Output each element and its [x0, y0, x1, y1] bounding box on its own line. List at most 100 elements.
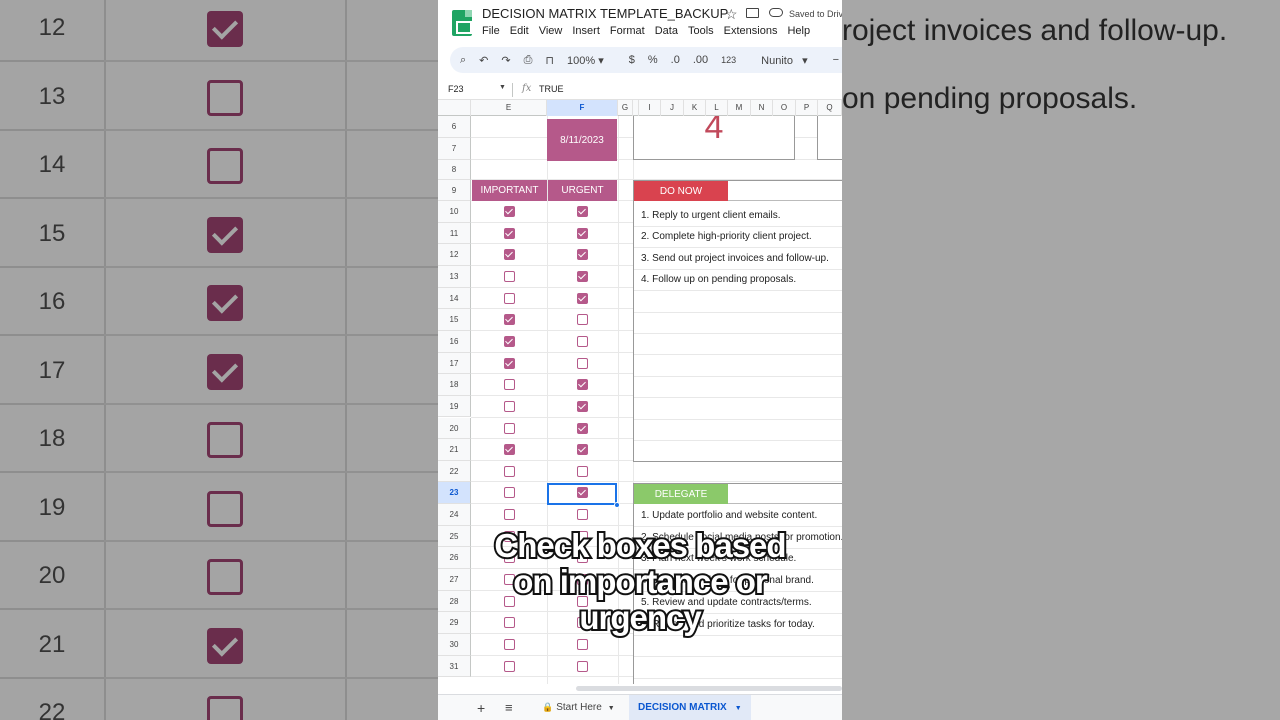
- menu-extensions[interactable]: Extensions: [724, 25, 778, 37]
- delegate-header[interactable]: DELEGATE: [634, 484, 728, 504]
- fill-handle[interactable]: [614, 502, 620, 508]
- menu-help[interactable]: Help: [787, 25, 810, 37]
- row-header[interactable]: 18: [438, 374, 471, 396]
- row-header[interactable]: 15: [438, 309, 471, 331]
- move-folder-icon[interactable]: [746, 8, 759, 18]
- row-header[interactable]: 17: [438, 352, 471, 375]
- task-item[interactable]: 2. Complete high-priority client project…: [641, 231, 812, 242]
- important-checkbox[interactable]: [504, 444, 515, 456]
- important-checkbox[interactable]: [504, 379, 515, 391]
- column-header[interactable]: E: [471, 100, 547, 116]
- row-header[interactable]: 11: [438, 222, 471, 245]
- urgent-header[interactable]: URGENT: [548, 180, 617, 201]
- horizontal-scrollbar[interactable]: [576, 686, 842, 691]
- all-sheets-icon[interactable]: ≡: [505, 700, 513, 715]
- column-header[interactable]: N: [751, 100, 773, 116]
- column-header[interactable]: F: [547, 100, 618, 116]
- important-checkbox[interactable]: [504, 465, 515, 477]
- urgent-checkbox[interactable]: [577, 465, 588, 477]
- selected-cell[interactable]: [547, 483, 617, 505]
- column-header[interactable]: Q: [818, 100, 842, 116]
- menu-tools[interactable]: Tools: [688, 25, 714, 37]
- column-header[interactable]: P: [796, 100, 818, 116]
- row-header[interactable]: 31: [438, 655, 471, 678]
- row-header[interactable]: 7: [438, 138, 471, 160]
- row-header[interactable]: 16: [438, 330, 471, 353]
- important-checkbox[interactable]: [504, 639, 515, 650]
- urgent-checkbox[interactable]: [577, 379, 588, 391]
- important-checkbox[interactable]: [504, 227, 515, 239]
- search-menus-icon[interactable]: ⌕: [460, 54, 466, 67]
- row-header[interactable]: 12: [438, 244, 471, 266]
- menu-format[interactable]: Format: [610, 25, 645, 37]
- urgent-checkbox[interactable]: [577, 422, 588, 434]
- increase-decimal-button[interactable]: .00: [693, 54, 708, 66]
- chevron-down-icon[interactable]: ▼: [735, 705, 742, 712]
- currency-format-button[interactable]: $: [629, 54, 635, 66]
- urgent-checkbox[interactable]: [577, 660, 588, 672]
- row-header[interactable]: 8: [438, 160, 471, 180]
- important-checkbox[interactable]: [504, 292, 515, 304]
- row-header[interactable]: 21: [438, 439, 471, 461]
- task-item[interactable]: 3. Send out project invoices and follow-…: [641, 253, 829, 264]
- column-header[interactable]: G: [618, 100, 633, 116]
- row-header[interactable]: 6: [438, 116, 471, 138]
- menu-data[interactable]: Data: [655, 25, 678, 37]
- redo-icon[interactable]: ↷: [501, 54, 510, 67]
- row-header[interactable]: 20: [438, 417, 471, 440]
- row-header[interactable]: 24: [438, 504, 471, 526]
- select-all-corner[interactable]: [438, 100, 471, 116]
- urgent-checkbox[interactable]: [577, 357, 588, 369]
- chevron-down-icon[interactable]: ▼: [608, 705, 615, 712]
- important-checkbox[interactable]: [504, 422, 515, 434]
- add-sheet-icon[interactable]: +: [477, 700, 485, 716]
- urgent-checkbox[interactable]: [577, 335, 588, 347]
- important-checkbox[interactable]: [504, 335, 515, 347]
- decrease-decimal-button[interactable]: .0: [671, 54, 680, 66]
- column-header[interactable]: I: [639, 100, 661, 116]
- urgent-checkbox[interactable]: [577, 249, 588, 261]
- important-checkbox[interactable]: [504, 357, 515, 369]
- column-header[interactable]: M: [728, 100, 751, 116]
- do-now-header[interactable]: DO NOW: [634, 181, 728, 201]
- font-select[interactable]: Nunito ▾: [761, 54, 808, 67]
- menu-view[interactable]: View: [539, 25, 563, 37]
- urgent-checkbox[interactable]: [577, 400, 588, 412]
- row-header[interactable]: 22: [438, 460, 471, 483]
- task-item[interactable]: 1. Update portfolio and website content.: [641, 510, 817, 521]
- sheet-tab-start-here[interactable]: 🔒 Start Here ▼: [542, 702, 615, 713]
- percent-format-button[interactable]: %: [648, 54, 658, 66]
- task-item[interactable]: 4. Follow up on pending proposals.: [641, 274, 796, 285]
- menu-insert[interactable]: Insert: [572, 25, 600, 37]
- important-checkbox[interactable]: [504, 270, 515, 282]
- important-checkbox[interactable]: [504, 314, 515, 326]
- document-title[interactable]: DECISION MATRIX TEMPLATE_BACKUP: [482, 6, 728, 21]
- number-format-button[interactable]: 123: [721, 55, 736, 65]
- important-checkbox[interactable]: [504, 487, 515, 499]
- important-checkbox[interactable]: [504, 249, 515, 261]
- sheet-tab-decision-matrix[interactable]: DECISION MATRIX ▼: [629, 695, 751, 720]
- row-header[interactable]: 14: [438, 287, 471, 310]
- date-cell[interactable]: 8/11/2023: [547, 119, 617, 161]
- star-icon[interactable]: ☆: [725, 6, 738, 23]
- undo-icon[interactable]: ↶: [479, 54, 488, 67]
- name-box[interactable]: F23: [448, 84, 464, 94]
- print-icon[interactable]: ⎙: [524, 54, 533, 67]
- chevron-down-icon[interactable]: ▼: [499, 84, 506, 91]
- important-checkbox[interactable]: [504, 660, 515, 672]
- row-header[interactable]: 23: [438, 482, 471, 505]
- menu-file[interactable]: File: [482, 25, 500, 37]
- urgent-checkbox[interactable]: [577, 639, 588, 650]
- row-header[interactable]: 19: [438, 395, 471, 418]
- column-header[interactable]: J: [661, 100, 684, 116]
- column-header[interactable]: L: [706, 100, 728, 116]
- urgent-checkbox[interactable]: [577, 227, 588, 239]
- menu-edit[interactable]: Edit: [510, 25, 529, 37]
- urgent-checkbox[interactable]: [577, 444, 588, 456]
- column-header[interactable]: O: [773, 100, 796, 116]
- important-checkbox[interactable]: [504, 206, 515, 217]
- paint-format-icon[interactable]: ⊓: [545, 54, 554, 67]
- urgent-checkbox[interactable]: [577, 292, 588, 304]
- task-item[interactable]: 1. Reply to urgent client emails.: [641, 210, 781, 221]
- important-checkbox[interactable]: [504, 509, 515, 521]
